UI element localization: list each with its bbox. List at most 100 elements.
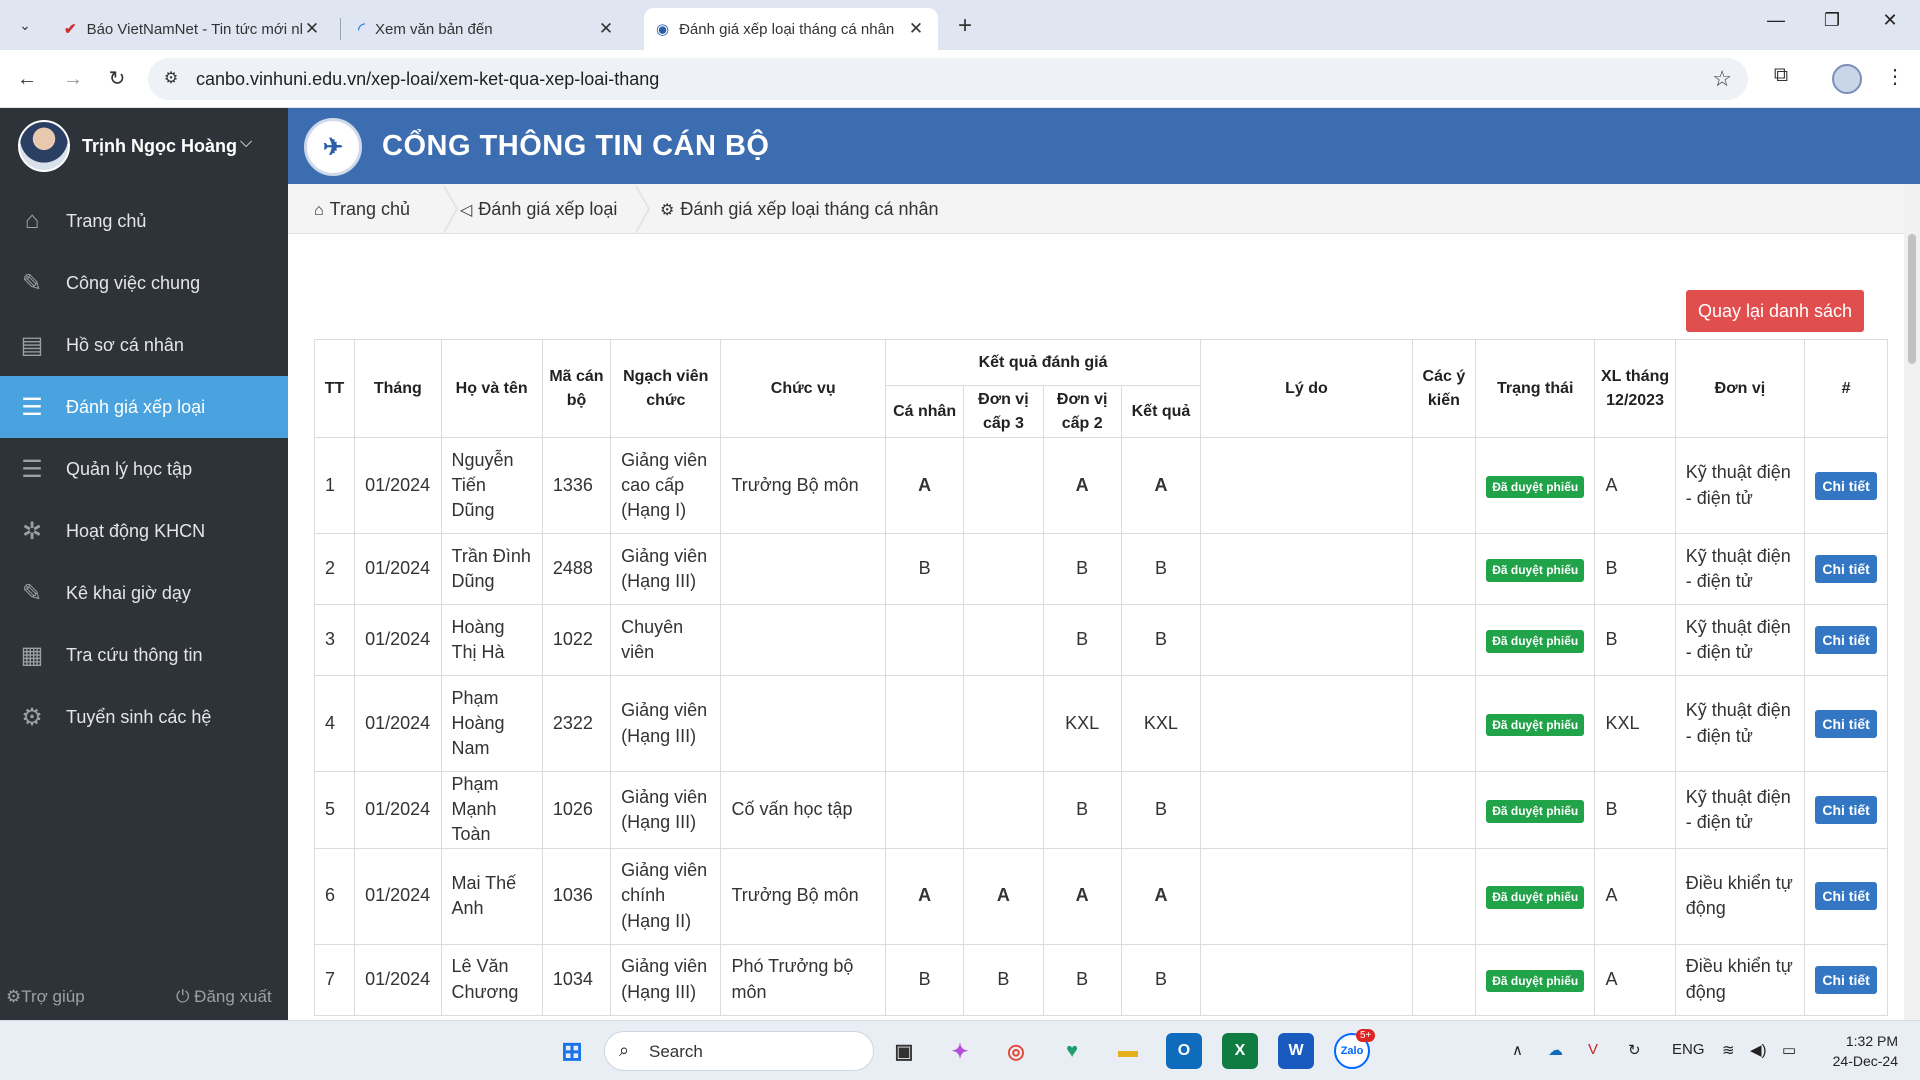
profile-avatar-icon[interactable]: [1832, 64, 1862, 94]
tab-danh-gia-xep-loai[interactable]: ◉ Đánh giá xếp loại tháng cá nhân ✕: [644, 8, 938, 50]
sidebar-item-label: Đánh giá xếp loại: [66, 396, 206, 417]
breadcrumb-label: Đánh giá xếp loại tháng cá nhân: [680, 199, 939, 219]
logout-link[interactable]: ⏻ Đăng xuất: [176, 987, 272, 1007]
close-icon[interactable]: ✕: [596, 19, 616, 39]
cell-ly-do: [1200, 847, 1413, 945]
site-settings-icon[interactable]: ⚙: [160, 68, 182, 90]
detail-button[interactable]: Chi tiết: [1815, 882, 1877, 911]
cell-tt: 3: [313, 604, 356, 676]
back-arrow-icon[interactable]: ←: [12, 64, 42, 94]
page-scrollbar[interactable]: [1904, 184, 1920, 1020]
cell-xl-thang: B: [1594, 771, 1676, 849]
chrome-icon[interactable]: ◎: [998, 1033, 1034, 1069]
battery-icon[interactable]: ▭: [1782, 1041, 1796, 1059]
sidebar-item-cong-viec-chung[interactable]: ✎ Công việc chung: [0, 252, 288, 314]
reload-icon[interactable]: ↻: [102, 64, 132, 94]
file-explorer-icon[interactable]: ▬: [1110, 1033, 1146, 1069]
bookmark-star-icon[interactable]: ☆: [1712, 66, 1732, 92]
url-text[interactable]: canbo.vinhuni.edu.vn/xep-loai/xem-ket-qu…: [196, 69, 659, 90]
scrollbar-thumb[interactable]: [1908, 234, 1916, 364]
sidebar-item-ke-khai-gio-day[interactable]: ✎ Kê khai giờ dạy: [0, 562, 288, 624]
stack-icon: ☰: [21, 393, 43, 421]
cell-ket-qua: A: [1120, 847, 1202, 945]
chevron-down-icon[interactable]: ⌵: [240, 134, 252, 152]
loading-spinner-icon: ◜: [358, 18, 365, 39]
cell-ho-ten: Phạm Hoàng Nam: [440, 675, 543, 772]
forward-arrow-icon[interactable]: →: [58, 64, 88, 94]
power-icon: ⏻: [176, 987, 195, 1006]
minimize-icon[interactable]: —: [1756, 10, 1796, 31]
university-logo-icon[interactable]: ✈: [304, 118, 362, 176]
detail-button[interactable]: Chi tiết: [1815, 965, 1877, 994]
close-icon[interactable]: ✕: [906, 19, 926, 39]
cell-y-kien: [1411, 847, 1477, 945]
breadcrumb-label: Đánh giá xếp loại: [478, 199, 618, 219]
tab-van-ban-den[interactable]: ◜ Xem văn bản đến ✕: [346, 8, 628, 50]
col-header-ho-ten: Họ và tên: [440, 339, 543, 438]
cell-ma-can-bo: 1022: [541, 604, 612, 676]
detail-button[interactable]: Chi tiết: [1815, 555, 1877, 583]
detail-button[interactable]: Chi tiết: [1815, 471, 1877, 500]
word-icon[interactable]: W: [1278, 1033, 1314, 1069]
address-bar[interactable]: ⚙ canbo.vinhuni.edu.vn/xep-loai/xem-ket-…: [148, 58, 1748, 100]
cell-chuc-vu: [720, 533, 887, 605]
sidebar-item-tra-cuu-thong-tin[interactable]: ▦ Tra cứu thông tin: [0, 624, 288, 686]
help-label: Trợ giúp: [21, 987, 85, 1006]
sidebar-item-ho-so-ca-nhan[interactable]: ▤ Hồ sơ cá nhân: [0, 314, 288, 376]
more-menu-icon[interactable]: ⋮: [1880, 64, 1910, 89]
detail-button[interactable]: Chi tiết: [1815, 709, 1877, 738]
volume-icon[interactable]: ◀): [1750, 1041, 1767, 1059]
tab-search-button[interactable]: ⌄: [8, 10, 42, 40]
close-icon[interactable]: ✕: [302, 19, 322, 39]
sidebar-item-quan-ly-hoc-tap[interactable]: ☰ Quản lý học tập: [0, 438, 288, 500]
back-to-list-button[interactable]: Quay lại danh sách: [1686, 290, 1864, 332]
user-menu[interactable]: Trịnh Ngọc Hoàng ⌵: [0, 108, 288, 184]
extensions-icon[interactable]: ⧉: [1766, 64, 1796, 87]
page-title: CỔNG THÔNG TIN CÁN BỘ: [382, 130, 770, 162]
cell-trang-thai: Đã duyệt phiếu: [1475, 437, 1596, 534]
sidebar-item-label: Tra cứu thông tin: [66, 644, 203, 665]
sidebar-item-label: Tuyển sinh các hệ: [66, 706, 212, 727]
close-window-icon[interactable]: ✕: [1870, 10, 1910, 31]
health-app-icon[interactable]: ♥: [1054, 1033, 1090, 1069]
gear-icon: ⚙: [660, 202, 675, 219]
cell-ma-can-bo: 1034: [541, 943, 612, 1016]
app-tray-icon[interactable]: V: [1588, 1041, 1598, 1058]
cell-y-kien: [1411, 771, 1477, 849]
detail-button[interactable]: Chi tiết: [1815, 795, 1877, 824]
sidebar-item-tuyen-sinh-cac-he[interactable]: ⚙ Tuyển sinh các hệ: [0, 686, 288, 748]
help-link[interactable]: ⚙Trợ giúp: [6, 987, 85, 1007]
sync-icon[interactable]: ↻: [1628, 1041, 1641, 1059]
excel-icon[interactable]: X: [1222, 1033, 1258, 1069]
col-header-ca-nhan: Cá nhân: [885, 385, 965, 438]
outlook-icon[interactable]: O: [1166, 1033, 1202, 1069]
new-tab-button[interactable]: +: [950, 12, 980, 40]
status-badge: Đã duyệt phiếu: [1486, 886, 1585, 909]
cell-cap2: A: [1042, 437, 1122, 534]
taskbar-search[interactable]: ⌕ Search: [604, 1031, 874, 1071]
language-indicator[interactable]: ENG: [1672, 1041, 1705, 1058]
copilot-icon[interactable]: ✦: [942, 1033, 978, 1069]
cell-xl-thang: B: [1594, 533, 1676, 605]
cell-ngach: Giảng viên chính (Hạng II): [610, 847, 722, 945]
logout-label: Đăng xuất: [194, 987, 272, 1006]
sidebar-item-danh-gia-xep-loai[interactable]: ☰ Đánh giá xếp loại: [0, 376, 288, 438]
zalo-badge: 5+: [1356, 1029, 1376, 1042]
breadcrumb-separator: [634, 184, 654, 234]
chevron-up-icon[interactable]: ∧: [1512, 1041, 1523, 1059]
wifi-icon[interactable]: ≋: [1722, 1041, 1735, 1059]
detail-button[interactable]: Chi tiết: [1815, 626, 1877, 654]
sidebar-item-trang-chu[interactable]: ⌂ Trang chủ: [0, 190, 288, 252]
windows-start-icon[interactable]: ⊞: [554, 1033, 590, 1069]
cell-ngach: Giảng viên (Hạng III): [610, 675, 722, 772]
sidebar-item-hoat-dong-khcn[interactable]: ✲ Hoạt động KHCN: [0, 500, 288, 562]
breadcrumb-home[interactable]: ⌂ Trang chủ: [314, 199, 410, 220]
task-view-icon[interactable]: ▣: [886, 1033, 922, 1069]
table-row: 4 01/2024 Phạm Hoàng Nam 2322 Giảng viên (Hạ…: [313, 675, 1888, 772]
avatar: [18, 120, 70, 172]
onedrive-icon[interactable]: ☁: [1548, 1041, 1563, 1059]
tab-vietnamnet[interactable]: ✔ Báo VietNamNet - Tin tức mới nhất ✕: [52, 8, 334, 50]
system-clock[interactable]: 1:32 PM 24-Dec-24: [1820, 1031, 1898, 1071]
breadcrumb-section[interactable]: ◁ Đánh giá xếp loại: [460, 199, 617, 220]
restore-icon[interactable]: ❐: [1812, 10, 1852, 31]
